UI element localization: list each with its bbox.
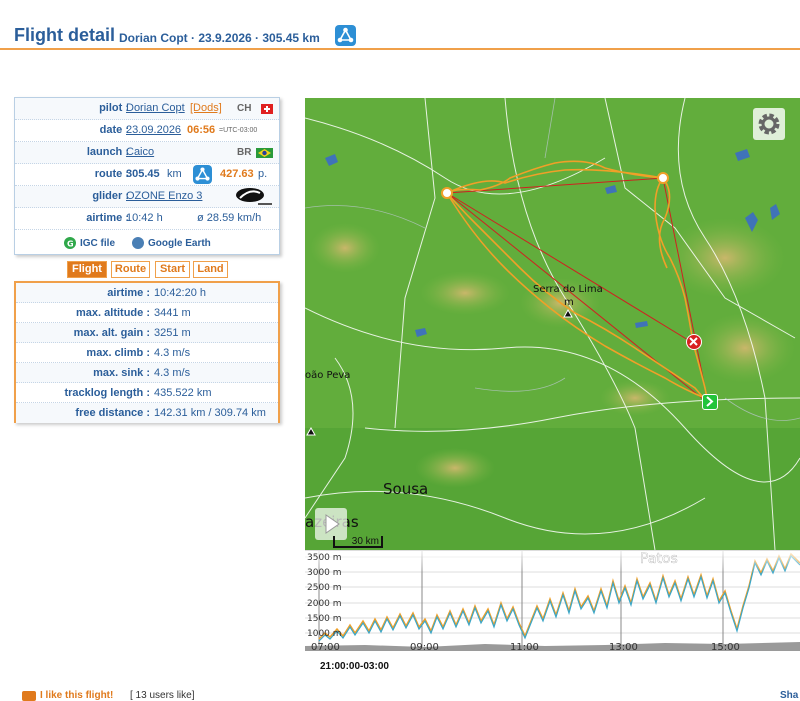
alt-x-tick: 13:00	[609, 642, 638, 653]
launch-row: launch : Caico BR	[15, 142, 279, 164]
page-title: Flight detail	[14, 25, 115, 45]
google-earth-icon[interactable]	[132, 237, 144, 249]
brazil-flag-icon	[256, 148, 273, 158]
flight-info-panel: pilot : Dorian Copt [Dods] CH date : 23.…	[14, 97, 280, 255]
alt-y-tick: 2000 m	[307, 599, 342, 609]
stat-value: 3441 m	[154, 307, 191, 319]
swiss-flag-icon	[261, 104, 273, 114]
launch-label: launch :	[86, 146, 129, 158]
page-header: Flight detail Dorian Copt · 23.9.2026 · …	[0, 0, 800, 50]
alt-y-tick: 3000 m	[307, 568, 342, 578]
airtime-label: airtime :	[86, 212, 129, 224]
pilot-row: pilot : Dorian Copt [Dods] CH	[15, 98, 279, 120]
glider-row: glider : OZONE Enzo 3	[15, 186, 279, 208]
download-links: G IGC file Google Earth	[15, 234, 279, 254]
flight-type-icon[interactable]	[335, 25, 356, 46]
google-earth-link[interactable]: Google Earth	[148, 238, 211, 249]
alt-y-tick: 1000 m	[307, 629, 342, 639]
route-unit: km	[167, 168, 182, 180]
stat-label: max. climb :	[86, 347, 150, 359]
map-label-paopeva: oão Peva	[305, 370, 351, 381]
launch-marker-icon[interactable]	[702, 394, 718, 410]
launch-country: BR	[237, 147, 252, 158]
pilot-label: pilot :	[99, 102, 129, 114]
time-readout: 21:00:00-03:00	[320, 661, 389, 672]
date-row: date : 23.09.2026 06:56 =UTC-03:00	[15, 120, 279, 142]
average-speed: ø 28.59 km/h	[197, 212, 262, 224]
stat-label: tracklog length :	[64, 387, 150, 399]
stat-row: max. altitude : 3441 m	[16, 303, 278, 323]
like-count: [ 13 users like]	[130, 690, 195, 701]
launch-link[interactable]: Caico	[126, 146, 154, 158]
points-unit: p.	[258, 168, 268, 180]
igc-file-icon[interactable]: G	[64, 237, 76, 249]
stat-row: airtime : 10:42:20 h	[16, 283, 278, 303]
igc-file-link[interactable]: IGC file	[80, 238, 115, 249]
airtime-value: 10:42 h	[126, 212, 163, 224]
alt-y-tick: 2500 m	[307, 583, 342, 593]
stat-row: max. alt. gain : 3251 m	[16, 323, 278, 343]
map-label-patos: Patos	[640, 551, 678, 567]
ozone-logo-icon	[232, 187, 272, 210]
airtime-row: airtime : 10:42 h ø 28.59 km/h	[15, 208, 279, 230]
map-settings-gear-icon[interactable]	[753, 108, 785, 140]
flight-stats-panel: airtime : 10:42:20 h max. altitude : 344…	[14, 281, 280, 423]
stat-value: 4.3 m/s	[154, 347, 191, 359]
map-label-sousa: Sousa	[383, 480, 429, 498]
route-row: route : 305.45 km 427.63 p.	[15, 164, 279, 186]
peak-marker-icon	[563, 308, 573, 321]
peak-marker-icon	[306, 426, 316, 439]
stat-label: max. sink :	[93, 367, 150, 379]
alt-x-tick: 09:00	[410, 642, 439, 653]
alt-y-tick: 3500 m	[307, 553, 342, 563]
stat-row: free distance : 142.31 km / 309.74 km	[16, 403, 278, 423]
stat-value: 3251 m	[154, 327, 191, 339]
stat-label: max. altitude :	[76, 307, 150, 319]
map-label-serra: Serra do Lima	[533, 284, 603, 295]
map-label-serra-m: m	[564, 297, 574, 308]
altitude-chart[interactable]: 3500 m 3000 m 2500 m 2000 m 1500 m 1000 …	[305, 550, 800, 670]
page-subtitle: Dorian Copt · 23.9.2026 · 305.45 km	[119, 31, 320, 45]
like-flight-link[interactable]: I like this flight!	[40, 690, 113, 701]
tab-start[interactable]: Start	[155, 261, 190, 278]
stat-label: max. alt. gain :	[73, 327, 150, 339]
alt-y-tick: 1500 m	[307, 614, 342, 624]
stat-label: airtime :	[107, 287, 150, 299]
timezone: =UTC-03:00	[219, 127, 258, 134]
date-label: date :	[99, 124, 129, 136]
route-type-icon	[193, 165, 212, 184]
route-label: route :	[94, 168, 129, 180]
launch-time: 06:56	[187, 124, 216, 136]
pilot-name-link[interactable]: Dorian Copt	[126, 102, 185, 114]
page-footer: I like this flight! [ 13 users like] Sha	[14, 688, 800, 701]
altitude-chart-plot: 3500 m 3000 m 2500 m 2000 m 1500 m 1000 …	[305, 551, 800, 653]
pilot-country: CH	[237, 103, 252, 114]
pilot-team-link[interactable]: [Dods]	[190, 102, 222, 114]
alt-x-tick: 07:00	[311, 642, 340, 653]
glider-label: glider :	[92, 190, 129, 202]
alt-x-tick: 11:00	[510, 642, 539, 653]
stat-value: 435.522 km	[154, 387, 212, 399]
route-points: 427.63	[220, 168, 254, 180]
tab-land[interactable]: Land	[193, 261, 228, 278]
stat-row: max. sink : 4.3 m/s	[16, 363, 278, 383]
map-terrain	[305, 98, 800, 550]
alt-x-tick: 15:00	[711, 642, 740, 653]
glider-link[interactable]: OZONE Enzo 3	[126, 190, 202, 202]
stat-value: 10:42:20 h	[154, 287, 206, 299]
map-scale-bar: 30 km	[333, 536, 383, 548]
stat-value: 4.3 m/s	[154, 367, 191, 379]
tab-flight[interactable]: Flight	[67, 261, 107, 278]
svg-text:G: G	[67, 240, 74, 249]
stat-row: max. climb : 4.3 m/s	[16, 343, 278, 363]
route-km: 305.45	[126, 168, 160, 180]
date-link[interactable]: 23.09.2026	[126, 124, 181, 136]
flight-map[interactable]: Serra do Lima m Sousa azeiras oão Peva 3…	[305, 98, 800, 550]
stat-row: tracklog length : 435.522 km	[16, 383, 278, 403]
stat-value: 142.31 km / 309.74 km	[154, 407, 266, 419]
share-link[interactable]: Sha	[780, 690, 798, 701]
tab-route[interactable]: Route	[111, 261, 150, 278]
stat-label: free distance :	[75, 407, 150, 419]
landing-marker-icon[interactable]	[686, 334, 702, 350]
